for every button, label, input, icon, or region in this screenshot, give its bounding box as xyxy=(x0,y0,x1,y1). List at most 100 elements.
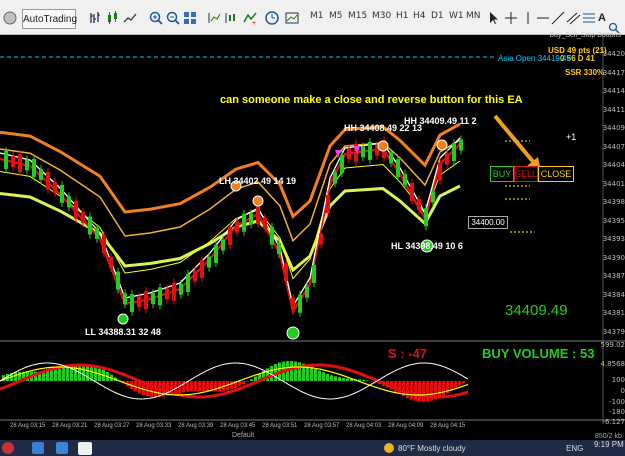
candle-body xyxy=(151,293,155,305)
language-label[interactable]: ENG xyxy=(566,444,583,453)
close-button[interactable]: CLOSE xyxy=(538,166,574,182)
timeframe-m5[interactable]: M5 xyxy=(329,11,343,21)
sell-marker-4 xyxy=(436,139,448,151)
volume-bar xyxy=(314,368,317,381)
crosshair-icon[interactable] xyxy=(503,9,519,27)
zoom-in-icon[interactable] xyxy=(148,9,164,27)
svg-text:+: + xyxy=(252,20,256,26)
volume-bar xyxy=(194,381,197,392)
volume-bar xyxy=(290,360,293,381)
timeframe-w1[interactable]: W1 xyxy=(449,11,464,21)
volume-bar xyxy=(338,377,341,381)
candle-body xyxy=(116,271,120,290)
weather-icon xyxy=(384,443,394,453)
tile-windows-icon[interactable] xyxy=(182,9,198,27)
volume-bar xyxy=(438,381,441,398)
indicator-tick: 0 xyxy=(620,387,625,395)
text-tool-icon[interactable]: A xyxy=(596,9,608,27)
candle-body xyxy=(270,226,274,245)
indicator-tick: -180 xyxy=(609,408,625,416)
ssr-label: SSR 330% xyxy=(565,68,605,77)
candle-body xyxy=(445,153,449,165)
indicators-icon[interactable]: + xyxy=(242,9,258,27)
volume-bar xyxy=(230,381,233,390)
chart-tab-default[interactable]: Default xyxy=(232,432,254,439)
timeframe-m30[interactable]: M30 xyxy=(372,11,391,21)
candle-body xyxy=(95,227,99,239)
timeframe-h4[interactable]: H4 xyxy=(413,11,426,21)
timeframe-m15[interactable]: M15 xyxy=(348,11,367,21)
autotrading-button[interactable]: AutoTrading xyxy=(22,9,77,29)
channel-icon[interactable] xyxy=(565,9,581,27)
candle-body xyxy=(11,156,15,168)
candlestick-icon[interactable] xyxy=(105,9,121,27)
price-tick: 34381 xyxy=(602,309,625,317)
annotation-arrow-shaft xyxy=(493,114,537,166)
autoscroll-icon[interactable] xyxy=(223,9,239,27)
sell-button[interactable]: SELL xyxy=(514,166,538,182)
horizontal-line-icon[interactable] xyxy=(535,9,551,27)
trendline-icon[interactable] xyxy=(550,9,566,27)
volume-bar xyxy=(334,376,337,381)
chart-area[interactable]: Buy_Sell_Stop Buttons USD 49 pts (21) 0 … xyxy=(0,32,625,456)
timeframe-m1[interactable]: M1 xyxy=(310,11,324,21)
bar-chart-icon[interactable] xyxy=(88,9,104,27)
app-icon-1[interactable] xyxy=(32,442,44,454)
candle-body xyxy=(130,294,134,312)
timeframe-d1[interactable]: D1 xyxy=(431,11,444,21)
bar-info: 850/2 kb xyxy=(595,433,622,440)
periodicity-icon[interactable] xyxy=(264,9,280,27)
price-tick: 34420 xyxy=(602,50,625,58)
time-tick: 28 Aug 03:57 xyxy=(304,423,340,429)
price-tick: 34379 xyxy=(602,327,625,336)
candle-body xyxy=(347,148,351,160)
fibonacci-icon[interactable] xyxy=(581,9,597,27)
chart-shift-icon[interactable] xyxy=(206,9,222,27)
indicator-tick: -6.127 xyxy=(602,418,625,426)
templates-icon[interactable] xyxy=(284,9,300,27)
candle-body xyxy=(326,195,330,213)
candle-body xyxy=(109,256,113,268)
buy-marker-1 xyxy=(117,313,129,325)
zoom-out-icon[interactable] xyxy=(165,9,181,27)
time-tick: 28 Aug 03:39 xyxy=(178,423,214,429)
time-tick: 28 Aug 04:03 xyxy=(346,423,382,429)
candle-body xyxy=(18,154,22,173)
asia-open-label: Asia Open 34419.49 xyxy=(498,54,571,63)
buy-button[interactable]: BUY xyxy=(490,166,514,182)
taskbar-search-icon[interactable] xyxy=(2,442,14,454)
candle-body xyxy=(298,294,302,313)
candle-body xyxy=(438,162,442,181)
vertical-line-icon[interactable] xyxy=(520,9,536,27)
hh-label-2: HH 34408.49 22 13 xyxy=(344,123,423,133)
buy-marker-2 xyxy=(286,326,300,340)
candle-body xyxy=(361,146,365,158)
price-tick: 34390 xyxy=(602,253,625,262)
history-icon[interactable] xyxy=(2,9,18,27)
candle-body xyxy=(137,296,141,308)
timeframe-h1[interactable]: H1 xyxy=(396,11,409,21)
time-tick: 28 Aug 03:51 xyxy=(262,423,298,429)
price-tick: 34401 xyxy=(602,179,625,188)
volume-bar xyxy=(410,381,413,400)
volume-bar xyxy=(246,381,249,382)
clock-label[interactable]: 9:19 PM xyxy=(594,440,624,449)
volume-bar xyxy=(202,381,205,392)
price-box: 34400.00 xyxy=(468,216,508,229)
candle-body xyxy=(333,172,337,184)
timeframe-mn[interactable]: MN xyxy=(466,11,481,21)
volume-bar xyxy=(82,364,85,381)
volume-bar xyxy=(58,368,61,381)
line-chart-icon[interactable] xyxy=(122,9,138,27)
volume-bar xyxy=(242,381,245,385)
candle-body xyxy=(123,293,127,305)
price-tick: 34398 xyxy=(602,198,625,206)
cursor-icon[interactable] xyxy=(486,9,502,27)
candle-body xyxy=(235,221,239,233)
app-icon-2[interactable] xyxy=(56,442,68,454)
candle-body xyxy=(88,216,92,235)
volume-bar xyxy=(206,381,209,392)
candle-body xyxy=(459,139,463,151)
app-icon-3[interactable] xyxy=(78,442,92,455)
volume-bar xyxy=(294,361,297,381)
